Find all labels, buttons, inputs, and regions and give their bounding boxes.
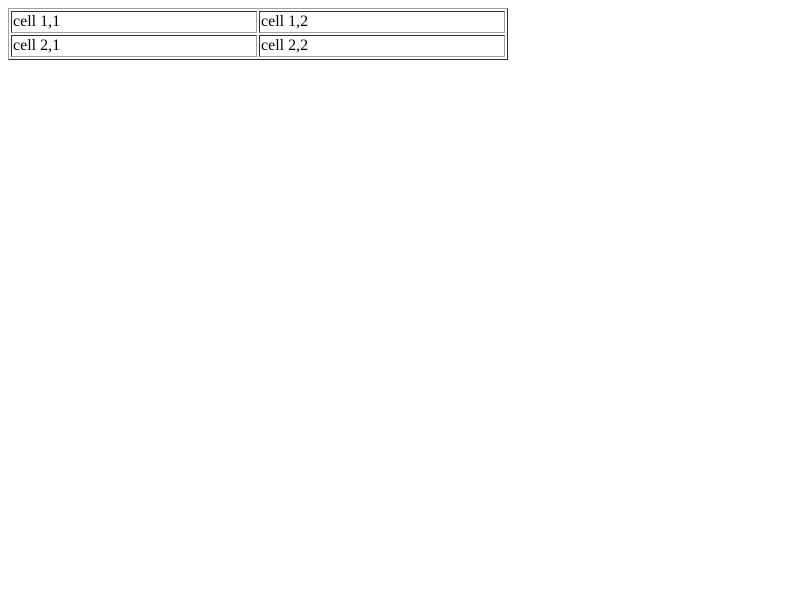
table-cell: cell 2,2 bbox=[259, 35, 505, 57]
table-cell: cell 2,1 bbox=[11, 35, 257, 57]
table-body: cell 1,1 cell 1,2 cell 2,1 cell 2,2 bbox=[11, 11, 505, 57]
table-row: cell 2,1 cell 2,2 bbox=[11, 35, 505, 57]
table-cell: cell 1,1 bbox=[11, 11, 257, 33]
page: cell 1,1 cell 1,2 cell 2,1 cell 2,2 bbox=[0, 0, 800, 600]
data-table: cell 1,1 cell 1,2 cell 2,1 cell 2,2 bbox=[8, 8, 508, 60]
table-row: cell 1,1 cell 1,2 bbox=[11, 11, 505, 33]
table-cell: cell 1,2 bbox=[259, 11, 505, 33]
